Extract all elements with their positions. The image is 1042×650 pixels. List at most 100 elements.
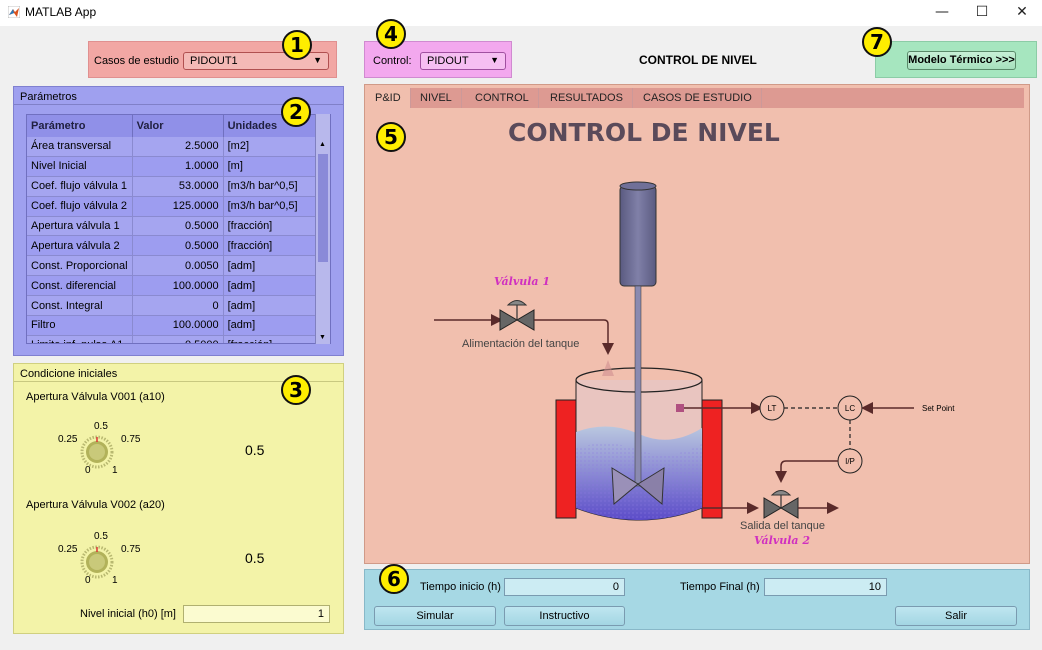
table-row[interactable]: Nivel Inicial 1.0000 [m]	[27, 156, 330, 177]
minimize-button[interactable]: —	[922, 0, 962, 26]
outlet-label: Salida del tanque	[740, 520, 826, 532]
tab-nivel[interactable]: NIVEL	[411, 88, 462, 108]
marker-1: 1	[282, 30, 312, 60]
lc-label: LC	[844, 404, 856, 413]
param-name-cell[interactable]: Nivel Inicial	[27, 156, 133, 177]
scroll-thumb[interactable]	[318, 154, 328, 262]
param-value-cell[interactable]: 2.5000	[132, 137, 224, 157]
col-header-unidades[interactable]: Unidades	[223, 115, 330, 137]
casos-dropdown-value: PIDOUT1	[190, 55, 238, 67]
close-button[interactable]: ✕	[1002, 0, 1042, 26]
table-row[interactable]: Apertura válvula 2 0.5000 [fracción]	[27, 235, 330, 257]
chevron-down-icon: ▼	[313, 55, 322, 65]
param-unit-cell[interactable]: [m]	[223, 156, 330, 177]
knob2-value: 0.5	[245, 550, 265, 566]
table-scrollbar[interactable]: ▲ ▼	[315, 114, 330, 344]
param-value-cell[interactable]: 1.0000	[132, 156, 224, 177]
table-row[interactable]: Área transversal 2.5000 [m2]	[27, 137, 330, 157]
param-value-cell[interactable]: 0	[132, 295, 224, 317]
param-value-cell[interactable]: 0.0050	[132, 255, 224, 277]
table-row[interactable]: Const. diferencial 100.0000 [adm]	[27, 275, 330, 297]
tab-control[interactable]: CONTROL	[466, 88, 539, 108]
param-value-cell[interactable]: 53.0000	[132, 176, 224, 197]
param-unit-cell[interactable]: [m3/h bar^0,5]	[223, 196, 330, 217]
tab-casos-estudio[interactable]: CASOS DE ESTUDIO	[634, 88, 762, 108]
scroll-up-icon[interactable]: ▲	[319, 141, 326, 148]
param-value-cell[interactable]: 0.5000	[132, 216, 224, 237]
param-name-cell[interactable]: Coef. flujo válvula 2	[27, 196, 133, 217]
param-unit-cell[interactable]: [adm]	[223, 315, 330, 336]
param-name-cell[interactable]: Const. diferencial	[27, 275, 133, 297]
param-unit-cell[interactable]: [m2]	[223, 137, 330, 157]
param-unit-cell[interactable]: [adm]	[223, 295, 330, 317]
pid-drawing	[434, 181, 914, 521]
knob1-dial[interactable]	[80, 435, 114, 469]
knob1-tick-05: 0.5	[94, 421, 108, 432]
table-row[interactable]: Const. Proporcional 0.0050 [adm]	[27, 255, 330, 277]
param-unit-cell[interactable]: [fracción]	[223, 235, 330, 257]
t-inicio-label: Tiempo inicio (h)	[420, 581, 501, 593]
tab-resultados[interactable]: RESULTADOS	[541, 88, 633, 108]
control-dropdown[interactable]: PIDOUT ▼	[420, 52, 506, 70]
salir-button[interactable]: Salir	[895, 606, 1017, 626]
marker-5: 5	[376, 122, 406, 152]
pid-title: CONTROL DE NIVEL	[508, 118, 780, 147]
t-inicio-input[interactable]: 0	[504, 578, 625, 596]
knob2-tick-025: 0.25	[58, 544, 78, 555]
param-value-cell[interactable]: 0.5000	[132, 335, 224, 343]
param-unit-cell[interactable]: [adm]	[223, 275, 330, 297]
param-name-cell[interactable]: Apertura válvula 2	[27, 235, 133, 257]
table-row[interactable]: Filtro 100.0000 [adm]	[27, 315, 330, 336]
close-icon: ✕	[1016, 4, 1028, 20]
param-name-cell[interactable]: Filtro	[27, 315, 133, 336]
param-unit-cell[interactable]: [fracción]	[223, 216, 330, 237]
param-value-cell[interactable]: 100.0000	[132, 275, 224, 297]
knob2-group: 0.5 0.25 0.75 0 1	[54, 529, 154, 589]
nivel-label: Nivel inicial (h0) [m]	[80, 608, 176, 620]
param-unit-cell[interactable]: [fracción]	[223, 335, 330, 343]
heating-jacket-left	[555, 399, 577, 519]
maximize-button[interactable]: ☐	[962, 0, 1002, 26]
parametros-table: Parámetro Valor Unidades Área transversa…	[26, 114, 331, 344]
marker-3: 3	[281, 375, 311, 405]
tab-pid[interactable]: P&ID	[366, 88, 411, 108]
knob1-label: Apertura Válvula V001 (a10)	[26, 391, 165, 403]
param-value-cell[interactable]: 125.0000	[132, 196, 224, 217]
matlab-logo-icon	[8, 6, 20, 18]
param-name-cell[interactable]: Área transversal	[27, 137, 133, 157]
chevron-down-icon: ▼	[490, 55, 499, 65]
table-row[interactable]: Const. Integral 0 [adm]	[27, 295, 330, 317]
table-row[interactable]: Coef. flujo válvula 1 53.0000 [m3/h bar^0,…	[27, 176, 330, 197]
pid-diagram: CONTROL DE NIVEL Válvula 1 Alimentación …	[368, 112, 1022, 560]
parametros-title: Parámetros	[20, 91, 77, 103]
param-value-cell[interactable]: 0.5000	[132, 235, 224, 257]
table-row[interactable]: Apertura válvula 1 0.5000 [fracción]	[27, 216, 330, 237]
param-name-cell[interactable]: Const. Proporcional	[27, 255, 133, 277]
param-name-cell[interactable]: Limite inf. pulso A1	[27, 335, 133, 343]
setpoint-label: Set Point	[922, 404, 955, 413]
feed-label: Alimentación del tanque	[462, 338, 580, 350]
marker-2: 2	[281, 97, 311, 127]
param-name-cell[interactable]: Coef. flujo válvula 1	[27, 176, 133, 197]
table-row[interactable]: Limite inf. pulso A10.5000[fracción]	[27, 335, 330, 343]
simular-button[interactable]: Simular	[374, 606, 496, 626]
param-name-cell[interactable]: Const. Integral	[27, 295, 133, 317]
scroll-down-icon[interactable]: ▼	[319, 334, 326, 341]
knob1-tick-025: 0.25	[58, 434, 78, 445]
param-unit-cell[interactable]: [adm]	[223, 255, 330, 277]
header-title: CONTROL DE NIVEL	[639, 53, 757, 67]
valve1-label: Válvula 1	[494, 275, 551, 288]
t-final-input[interactable]: 10	[764, 578, 887, 596]
knob2-dial[interactable]	[80, 545, 114, 579]
col-header-parametro[interactable]: Parámetro	[27, 115, 133, 137]
instructivo-button[interactable]: Instructivo	[504, 606, 625, 626]
col-header-valor[interactable]: Valor	[132, 115, 224, 137]
nivel-input[interactable]: 1	[183, 605, 330, 623]
table-row[interactable]: Coef. flujo válvula 2 125.0000 [m3/h bar^0…	[27, 196, 330, 217]
param-name-cell[interactable]: Apertura válvula 1	[27, 216, 133, 237]
simulation-panel: Tiempo inicio (h) 0 Tiempo Final (h) 10 …	[364, 569, 1030, 630]
ip-label: I/P	[845, 457, 855, 466]
param-value-cell[interactable]: 100.0000	[132, 315, 224, 336]
modelo-termico-button[interactable]: Modelo Térmico >>>	[907, 51, 1016, 70]
param-unit-cell[interactable]: [m3/h bar^0,5]	[223, 176, 330, 197]
